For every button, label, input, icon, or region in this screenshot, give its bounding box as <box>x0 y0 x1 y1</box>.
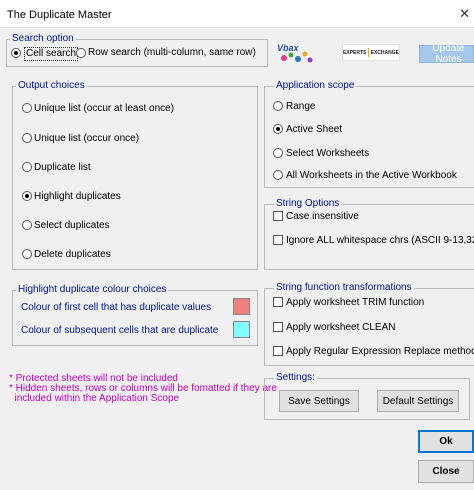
case-insensitive-label[interactable]: Case insensitive <box>286 211 359 223</box>
first-colour-swatch[interactable] <box>233 298 250 315</box>
subsequent-colour-label: Colour of subsequent cells that are dupl… <box>21 325 219 336</box>
scope-label-range[interactable]: Range <box>286 101 315 113</box>
string-functions-label: String function transformations <box>274 282 414 294</box>
string-options-label: String Options <box>274 198 342 210</box>
output-label-unique-at-least-once[interactable]: Unique list (occur at least once) <box>34 103 174 115</box>
cell-search-radio[interactable] <box>11 48 21 58</box>
regex-label[interactable]: Apply Regular Expression Replace method <box>286 346 474 358</box>
output-choices-label: Output choices <box>16 80 87 92</box>
scope-label-active-sheet[interactable]: Active Sheet <box>286 124 342 136</box>
scope-radio-range[interactable] <box>273 101 283 111</box>
output-radio-delete-duplicates[interactable] <box>22 249 32 259</box>
output-radio-unique-at-least-once[interactable] <box>22 103 32 113</box>
title-bar: The Duplicate Master ✕ <box>0 0 474 28</box>
output-radio-unique-once[interactable] <box>22 133 32 143</box>
default-settings-button[interactable]: Default Settings <box>377 390 459 412</box>
scope-radio-all-worksheets[interactable] <box>273 170 283 180</box>
first-colour-label: Colour of first cell that has duplicate … <box>21 302 212 313</box>
output-label-highlight-duplicates[interactable]: Highlight duplicates <box>34 191 121 203</box>
ee-logo-right: EXCHANGE <box>370 49 399 56</box>
vbax-logo: Vbax <box>276 41 316 65</box>
update-notes-button[interactable]: Update Notes <box>419 43 474 65</box>
row-search-radio[interactable] <box>76 48 86 58</box>
output-radio-highlight-duplicates[interactable] <box>22 191 32 201</box>
settings-label: Settings: <box>274 372 317 384</box>
scope-label-all-worksheets[interactable]: All Worksheets in the Active Workbook <box>286 170 457 182</box>
case-insensitive-checkbox[interactable] <box>273 211 283 221</box>
ok-button[interactable]: Ok <box>418 430 474 453</box>
clean-label[interactable]: Apply worksheet CLEAN <box>286 322 396 334</box>
ignore-whitespace-checkbox[interactable] <box>273 235 283 245</box>
scope-radio-active-sheet[interactable] <box>273 124 283 134</box>
output-radio-duplicate-list[interactable] <box>22 162 32 172</box>
window-title: The Duplicate Master <box>7 9 112 21</box>
experts-exchange-logo: EXPERTS EXCHANGE <box>342 44 400 61</box>
subsequent-colour-swatch[interactable] <box>233 321 250 338</box>
output-label-unique-once[interactable]: Unique list (occur once) <box>34 133 139 145</box>
row-search-label[interactable]: Row search (multi-column, same row) <box>88 47 256 59</box>
trim-checkbox[interactable] <box>273 297 283 307</box>
output-radio-select-duplicates[interactable] <box>22 220 32 230</box>
save-settings-button[interactable]: Save Settings <box>279 390 359 412</box>
trim-label[interactable]: Apply worksheet TRIM function <box>286 297 424 309</box>
highlight-colours-frame <box>12 290 258 346</box>
regex-checkbox[interactable] <box>273 346 283 356</box>
application-scope-label: Application scope <box>274 80 357 92</box>
ignore-whitespace-label[interactable]: Ignore ALL whitespace chrs (ASCII 9-13,3… <box>286 235 474 247</box>
output-label-duplicate-list[interactable]: Duplicate list <box>34 162 91 174</box>
vbax-logo-text: Vbax <box>277 43 300 53</box>
ee-logo-left: EXPERTS <box>343 49 367 56</box>
scope-radio-select-worksheets[interactable] <box>273 148 283 158</box>
scope-label-select-worksheets[interactable]: Select Worksheets <box>286 148 369 160</box>
clean-checkbox[interactable] <box>273 322 283 332</box>
search-option-label: Search option <box>10 33 76 45</box>
highlight-colours-label: Highlight duplicate colour choices <box>16 284 169 296</box>
window-close-icon[interactable]: ✕ <box>459 6 470 22</box>
output-label-select-duplicates[interactable]: Select duplicates <box>34 220 110 232</box>
close-button[interactable]: Close <box>418 460 474 483</box>
note-application-scope: included within the Application Scope <box>9 393 180 404</box>
cell-search-label[interactable]: Cell search <box>24 47 79 61</box>
output-label-delete-duplicates[interactable]: Delete duplicates <box>34 249 111 261</box>
